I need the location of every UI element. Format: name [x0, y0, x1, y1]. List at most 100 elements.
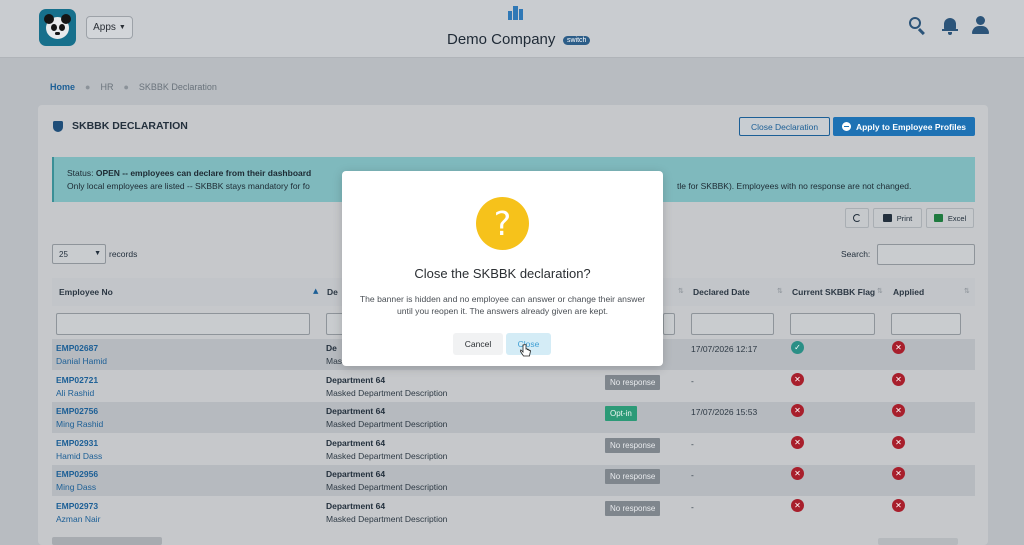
department-name: De	[326, 343, 337, 353]
confirm-dialog: ? Close the SKBBK declaration? The banne…	[342, 171, 663, 366]
x-circle-icon: ✕	[892, 373, 905, 386]
department-description: Mas	[326, 356, 343, 366]
apply-label: Apply to Employee Profiles	[855, 121, 967, 132]
x-circle-icon: ✕	[892, 499, 905, 512]
header-declared-date[interactable]: Declared Date	[693, 281, 750, 303]
status-text: OPEN -- employees can declare from their…	[95, 168, 312, 178]
cancel-button[interactable]: Cancel	[453, 333, 503, 355]
response-badge: Opt-in	[605, 406, 637, 421]
card-title-text: SKBBK DECLARATION	[72, 120, 188, 132]
breadcrumb-hr[interactable]: HR	[100, 82, 113, 92]
x-circle-icon: ✕	[892, 467, 905, 480]
filter-declared-date[interactable]	[691, 313, 774, 335]
header-department[interactable]: De	[327, 281, 338, 303]
x-circle-icon: ✕	[791, 404, 804, 417]
status-prefix: Status:	[67, 168, 94, 178]
response-badge: No response	[605, 375, 661, 390]
department-name: Department 64	[326, 406, 386, 416]
table-info	[52, 537, 162, 545]
table-row: EMP02721 Ali Rashid Department 64 Masked De…	[52, 371, 975, 402]
employee-no-link[interactable]: EMP02956	[56, 469, 98, 479]
filter-applied[interactable]	[891, 313, 961, 335]
card-title: SKBBK DECLARATION	[53, 120, 188, 132]
apply-to-employee-profiles-button[interactable]: Apply to Employee Profiles	[833, 117, 975, 136]
x-circle-icon: ✕	[791, 436, 804, 449]
breadcrumb-current: SKBBK Declaration	[138, 82, 217, 92]
employee-name-link[interactable]: Ming Dass	[56, 482, 96, 492]
header-applied[interactable]: Applied	[893, 281, 924, 303]
table-row: EMP02973 Azman Nair Department 64 Masked De…	[52, 497, 975, 528]
apps-label: Apps	[93, 22, 116, 33]
question-icon: ?	[476, 197, 529, 250]
table-row: EMP02956 Ming Dass Department 64 Masked Dep…	[52, 465, 975, 496]
response-badge: No response	[605, 501, 661, 516]
dialog-title: Close the SKBBK declaration?	[414, 266, 591, 281]
search-icon[interactable]	[908, 16, 928, 36]
sort-icon[interactable]: ⇅	[964, 287, 970, 295]
employee-no-link[interactable]: EMP02687	[56, 343, 98, 353]
close-declaration-button[interactable]: Close Declaration	[739, 117, 830, 136]
table-search-input[interactable]	[877, 244, 975, 265]
sort-icon[interactable]: ⇅	[678, 287, 684, 295]
department-description: Masked Department Description	[326, 388, 448, 398]
employee-no-link[interactable]: EMP02721	[56, 375, 98, 385]
hand-cursor-icon	[520, 344, 531, 357]
employee-name-link[interactable]: Azman Nair	[56, 514, 100, 524]
search-label: Search:	[841, 249, 871, 259]
x-circle-icon: ✕	[892, 436, 905, 449]
pagination[interactable]	[878, 538, 958, 545]
bell-icon[interactable]	[941, 16, 961, 36]
response-badge: No response	[605, 469, 661, 484]
declared-date: -	[691, 502, 694, 512]
x-circle-icon: ✕	[791, 499, 804, 512]
table-row: EMP02756 Ming Rashid Department 64 Masked D…	[52, 402, 975, 433]
panda-logo-icon[interactable]	[39, 9, 76, 46]
building-icon	[508, 6, 524, 20]
user-icon[interactable]	[971, 16, 991, 36]
employee-no-link[interactable]: EMP02931	[56, 438, 98, 448]
employee-no-link[interactable]: EMP02973	[56, 501, 98, 511]
employee-name-link[interactable]: Ali Rashid	[56, 388, 94, 398]
department-name: Department 64	[326, 501, 386, 511]
page-length-select[interactable]: 25 ▼	[52, 244, 106, 264]
refresh-button[interactable]	[845, 208, 869, 228]
minus-circle-icon	[841, 122, 851, 131]
alert-line2-right: tle for SKBBK). Employees with no respon…	[677, 181, 912, 191]
header-current-skbbk-flag[interactable]: Current SKBBK Flag	[792, 281, 875, 303]
company-name: Demo Company	[447, 31, 556, 48]
breadcrumb-home[interactable]: Home	[50, 82, 75, 92]
declared-date: 17/07/2026 15:53	[691, 407, 758, 417]
response-badge: No response	[605, 438, 661, 453]
records-label: records	[109, 249, 138, 259]
breadcrumb-separator: ●	[123, 82, 129, 92]
employee-name-link[interactable]: Ming Rashid	[56, 419, 103, 429]
print-label: Print	[896, 213, 913, 223]
caret-down-icon: ▼	[118, 24, 126, 31]
apps-dropdown-button[interactable]: Apps ▼	[86, 16, 133, 39]
excel-button[interactable]: Excel	[926, 208, 974, 228]
x-circle-icon: ✕	[892, 404, 905, 417]
shield-icon	[53, 120, 63, 132]
employee-name-link[interactable]: Danial Hamid	[56, 356, 107, 366]
filter-employee-no[interactable]	[56, 313, 310, 335]
dialog-text: The banner is hidden and no employee can…	[359, 294, 646, 316]
switch-company-badge[interactable]: switch	[563, 36, 591, 45]
breadcrumb-separator: ●	[85, 82, 91, 92]
sort-asc-icon[interactable]: ▲	[313, 287, 318, 295]
employee-no-link[interactable]: EMP02756	[56, 406, 98, 416]
x-circle-icon: ✕	[791, 373, 804, 386]
employee-name-link[interactable]: Hamid Dass	[56, 451, 102, 461]
page-length-value: 25	[59, 250, 68, 259]
department-description: Masked Department Description	[326, 514, 448, 524]
excel-label: Excel	[947, 213, 967, 223]
print-button[interactable]: Print	[873, 208, 922, 228]
filter-current-flag[interactable]	[790, 313, 875, 335]
alert-line2-left: Only local employees are listed -- SKBBK…	[67, 181, 310, 191]
department-description: Masked Department Description	[326, 419, 448, 429]
top-bar: Apps ▼ Demo Company switch	[0, 0, 1024, 58]
sort-icon[interactable]: ⇅	[877, 287, 883, 295]
printer-icon	[882, 214, 892, 222]
header-employee-no[interactable]: Employee No	[59, 281, 113, 303]
sort-icon[interactable]: ⇅	[777, 287, 783, 295]
filter-response[interactable]	[663, 313, 675, 335]
